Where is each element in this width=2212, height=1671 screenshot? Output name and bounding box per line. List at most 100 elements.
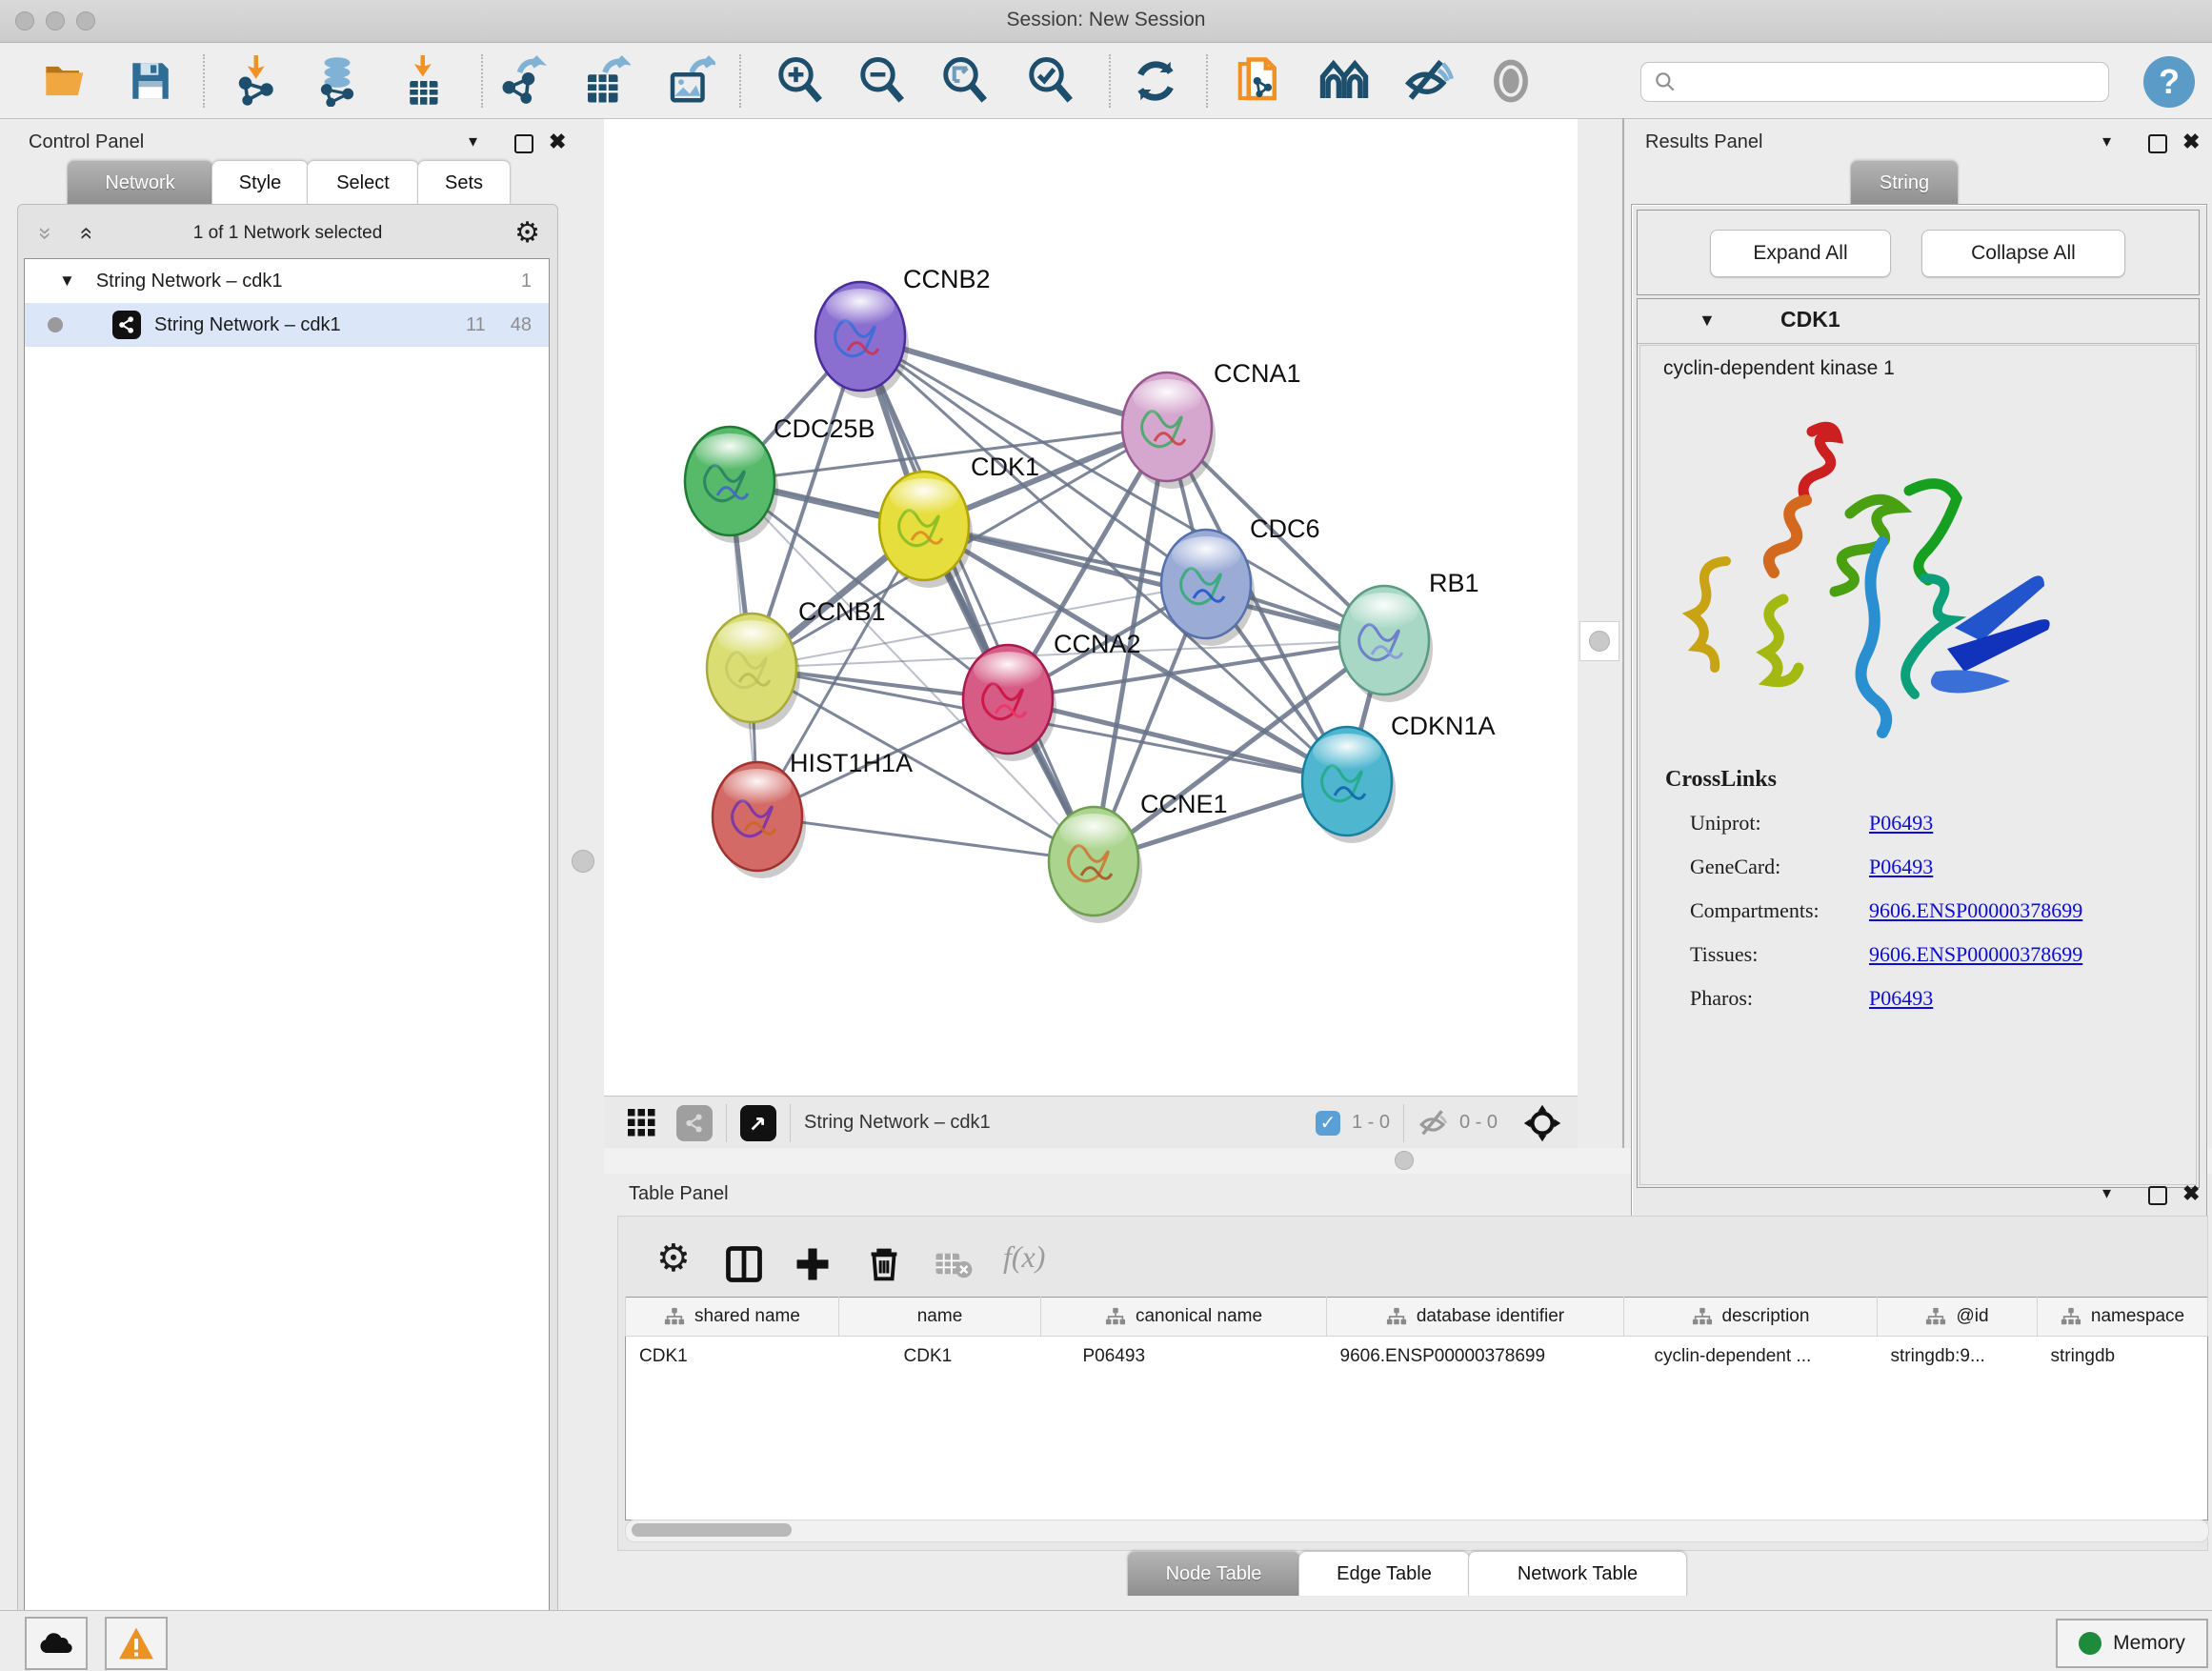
zoom-selected-button[interactable] <box>1022 52 1079 110</box>
table-gear-icon[interactable]: ⚙ <box>656 1239 691 1278</box>
table-horizontal-scrollbar[interactable] <box>625 1520 2209 1542</box>
collapse-all-button[interactable]: Collapse All <box>1921 230 2125 277</box>
string-home-button[interactable] <box>1316 52 1373 110</box>
zoom-in-button[interactable] <box>772 52 829 110</box>
refresh-icon <box>1130 55 1181 107</box>
network-badge-icon[interactable] <box>676 1105 713 1141</box>
tab-style[interactable]: Style <box>211 160 309 205</box>
cloud-button[interactable] <box>25 1617 88 1670</box>
results-panel-title: Results Panel <box>1645 131 1762 153</box>
show-columns-icon[interactable] <box>723 1243 765 1285</box>
import-table-button[interactable] <box>396 52 453 110</box>
fit-selected-crosshair-icon[interactable] <box>1522 1103 1562 1143</box>
apply-layout-button[interactable] <box>1127 52 1184 110</box>
import-network-file-button[interactable] <box>230 52 287 110</box>
tab-node-table[interactable]: Node Table <box>1127 1551 1300 1596</box>
add-column-icon[interactable] <box>792 1243 834 1285</box>
warnings-button[interactable] <box>105 1617 168 1670</box>
hidden-eye-icon[interactable] <box>1418 1107 1450 1139</box>
network-node-HIST1H1A[interactable]: HIST1H1A <box>713 749 913 878</box>
column-header[interactable]: @id <box>1878 1298 2038 1337</box>
title-bar: Session: New Session <box>0 0 2212 43</box>
tab-string[interactable]: String <box>1850 160 1959 205</box>
results-panel-float-icon[interactable] <box>2148 134 2167 153</box>
table-scrollbar-thumb[interactable] <box>632 1523 792 1537</box>
node-entry-header[interactable]: ▼ CDK1 <box>1638 299 2199 344</box>
save-session-button[interactable] <box>122 52 179 110</box>
table-row[interactable]: CDK1 CDK1 P06493 9606.ENSP00000378699 cy… <box>626 1337 2208 1378</box>
tab-edge-table[interactable]: Edge Table <box>1298 1551 1470 1596</box>
network-node-CCNE1[interactable]: CCNE1 <box>1049 790 1228 923</box>
table-panel-menu-icon[interactable]: ▾ <box>2102 1183 2111 1203</box>
column-header[interactable]: description <box>1624 1298 1878 1337</box>
selected-checkbox-icon[interactable]: ✓ <box>1316 1111 1340 1136</box>
toolbar-search[interactable] <box>1640 62 2109 102</box>
control-panel-float-icon[interactable] <box>514 134 533 153</box>
left-splitter[interactable] <box>562 118 604 1610</box>
zoom-fit-button[interactable] <box>936 52 994 110</box>
horizontal-splitter-handle[interactable] <box>1395 1151 1414 1170</box>
network-view[interactable]: CCNB2CCNA1CDC25BCDK1CDC6RB1CCNB1CCNA2CDK… <box>604 119 1578 1096</box>
column-header[interactable]: name <box>839 1298 1041 1337</box>
crosslink-link[interactable]: P06493 <box>1869 855 1933 879</box>
show-graphics-button[interactable] <box>1482 52 1539 110</box>
network-node-CDKN1A[interactable]: CDKN1A <box>1302 712 1496 843</box>
crosslink-link[interactable]: 9606.ENSP00000378699 <box>1869 898 2082 923</box>
results-panel-menu-icon[interactable]: ▾ <box>2102 131 2111 151</box>
network-canvas[interactable]: CCNB2CCNA1CDC25BCDK1CDC6RB1CCNB1CCNA2CDK… <box>604 119 1578 1096</box>
grid-view-icon[interactable] <box>625 1106 659 1140</box>
eye-slash-icon <box>1402 55 1454 107</box>
import-network-database-button[interactable] <box>309 52 366 110</box>
crosslink-link[interactable]: P06493 <box>1869 986 1933 1011</box>
export-image-button[interactable] <box>661 52 718 110</box>
left-splitter-handle[interactable] <box>572 850 594 873</box>
network-row[interactable]: String Network – cdk1 11 48 <box>25 303 549 347</box>
zoom-out-button[interactable] <box>854 52 911 110</box>
delete-table-icon[interactable] <box>935 1249 973 1281</box>
results-panel-close-icon[interactable]: ✖ <box>2182 130 2200 154</box>
toolbar-separator <box>481 54 483 108</box>
network-tree: ▼ String Network – cdk1 1 String Network… <box>24 258 550 1668</box>
tree-expanded-icon[interactable]: ▼ <box>59 272 75 291</box>
network-node-RB1[interactable]: RB1 <box>1339 569 1479 702</box>
network-node-CDC6[interactable]: CDC6 <box>1161 514 1320 646</box>
network-selected-status: 1 of 1 Network selected <box>18 223 557 244</box>
column-header[interactable]: namespace <box>2038 1298 2208 1337</box>
network-collection-row[interactable]: ▼ String Network – cdk1 1 <box>25 259 549 303</box>
search-input[interactable] <box>1678 70 2108 93</box>
column-header[interactable]: database identifier <box>1327 1298 1624 1337</box>
function-builder-icon[interactable]: f(x) <box>1003 1239 1045 1275</box>
tab-sets[interactable]: Sets <box>417 160 511 205</box>
entry-collapse-icon[interactable]: ▼ <box>1699 311 1716 331</box>
table-panel-float-icon[interactable] <box>2148 1186 2167 1205</box>
delete-column-icon[interactable] <box>862 1241 906 1285</box>
expand-all-button[interactable]: Expand All <box>1710 230 1891 277</box>
birds-eye-view-icon[interactable] <box>740 1105 776 1141</box>
tab-network[interactable]: Network <box>67 160 213 205</box>
copy-network-button[interactable] <box>1231 52 1288 110</box>
results-panel: Results Panel ▾ ✖ String Expand All Coll… <box>1626 118 2212 1174</box>
export-table-button[interactable] <box>576 52 633 110</box>
entry-gene-name: CDK1 <box>1780 307 1840 332</box>
houses-icon <box>1318 55 1370 107</box>
column-header[interactable]: canonical name <box>1041 1298 1327 1337</box>
tab-select[interactable]: Select <box>307 160 419 205</box>
right-splitter[interactable] <box>1578 118 1624 1148</box>
table-panel-close-icon[interactable]: ✖ <box>2182 1181 2200 1206</box>
network-options-gear-icon[interactable]: ⚙ <box>514 219 540 248</box>
right-splitter-handle[interactable] <box>1579 621 1619 661</box>
control-panel-menu-icon[interactable]: ▾ <box>469 131 477 151</box>
help-button[interactable]: ? <box>2143 56 2195 108</box>
open-session-button[interactable] <box>38 52 95 110</box>
crosslink-link[interactable]: 9606.ENSP00000378699 <box>1869 942 2082 967</box>
network-node-CCNB2[interactable]: CCNB2 <box>815 265 991 398</box>
toolbar-separator <box>739 54 741 108</box>
crosslink-link[interactable]: P06493 <box>1869 811 1933 836</box>
tab-network-table[interactable]: Network Table <box>1468 1551 1687 1596</box>
export-network-button[interactable] <box>495 52 553 110</box>
column-header[interactable]: shared name <box>626 1298 839 1337</box>
hide-labels-button[interactable] <box>1399 52 1457 110</box>
memory-button[interactable]: Memory <box>2056 1619 2208 1668</box>
network-node-CDC25B[interactable]: CDC25B <box>685 414 875 543</box>
application-window: Session: New Session <box>0 0 2212 1671</box>
